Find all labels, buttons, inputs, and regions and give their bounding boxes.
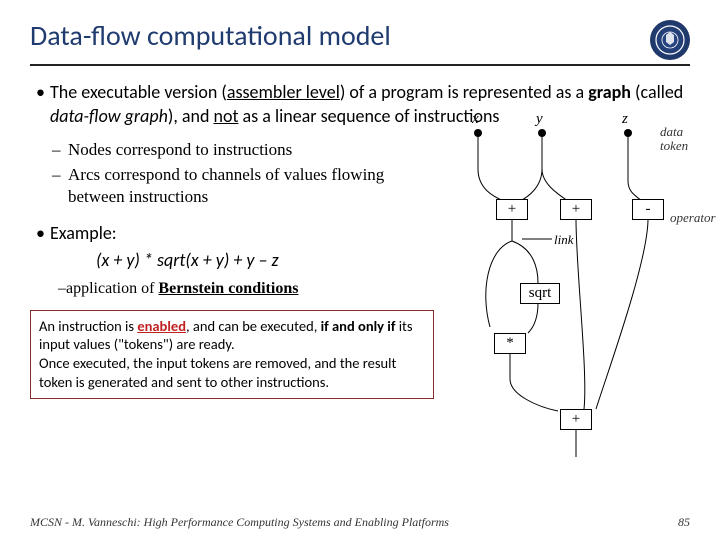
note-line-1: An instruction is enabled, and can be ex… [39,317,425,355]
text-fragment: ), and [168,105,214,127]
dash-icon: – [52,164,68,210]
sub-bullet-2: – Arcs correspond to channels of values … [52,164,434,210]
text-fragment-bold: graph [588,81,631,103]
logo-seal-icon [654,24,686,56]
text-fragment: (called [631,81,683,103]
slide-body: • The executable version (assembler leve… [30,80,690,399]
sub-bullet-text: Nodes correspond to instructions [68,139,292,162]
text-fragment-bold-underline: Bernstein conditions [158,280,298,297]
text-fragment-underline: not [214,105,239,127]
op-minus: - [632,199,664,220]
diagram-var-z: z [622,109,628,129]
text-fragment-bold: if and only if [321,317,396,335]
sub-bullet-app-text: application of Bernstein conditions [66,278,298,300]
text-fragment: The executable version ( [50,81,227,103]
note-box: An instruction is enabled, and can be ex… [30,310,434,399]
text-fragment-italic: data-flow graph [50,105,168,127]
sub-bullet-app: – application of Bernstein conditions [58,278,434,300]
bullet-dot-icon: • [36,80,50,129]
bullet-dot-icon: • [36,221,50,245]
op-plus-1: + [496,199,528,220]
text-fragment-underline: assembler level [227,81,340,103]
dash-icon: – [52,139,68,162]
text-fragment: , and can be executed, [186,317,321,335]
token-icon [624,129,632,137]
sub-bullet-list-1: – Nodes correspond to instructions – Arc… [52,139,434,210]
text-fragment: An instruction is [39,317,137,335]
sub-bullet-text: Arcs correspond to channels of values fl… [68,164,434,210]
note-line-2: Once executed, the input tokens are remo… [39,354,425,392]
sub-bullet-1: – Nodes correspond to instructions [52,139,434,162]
token-icon [538,129,546,137]
text-fragment-enabled: enabled [137,317,186,335]
text-fragment: ) of a program is represented as a [340,81,588,103]
diagram-link-label: link [554,231,574,249]
footer-text: MCSN - M. Vanneschi: High Performance Co… [30,515,449,530]
dataflow-diagram: x y z + + - sqrt * + link data tok [438,111,708,471]
slide-footer: MCSN - M. Vanneschi: High Performance Co… [30,515,690,530]
slide-number: 85 [678,515,690,530]
op-sqrt: sqrt [520,283,560,304]
diagram-var-y: y [536,109,543,129]
university-logo [650,20,690,60]
label-operator: operator [670,211,716,225]
op-plus-2: + [560,199,592,220]
example-label: Example: [50,221,434,245]
slide-title: Data-flow computational model [30,18,391,53]
dash-icon: – [58,278,66,300]
diagram-var-x: x [472,109,479,129]
example-formula: (x + y) * sqrt(x + y) + y – z [96,248,434,272]
op-plus-3: + [560,409,592,430]
token-icon [474,129,482,137]
text-fragment: application of [66,280,158,297]
bullet-example: • Example: (x + y) * sqrt(x + y) + y – z… [30,221,434,299]
slide-header: Data-flow computational model [30,18,690,66]
op-mult: * [494,333,526,354]
label-data-token: data token [660,125,688,154]
